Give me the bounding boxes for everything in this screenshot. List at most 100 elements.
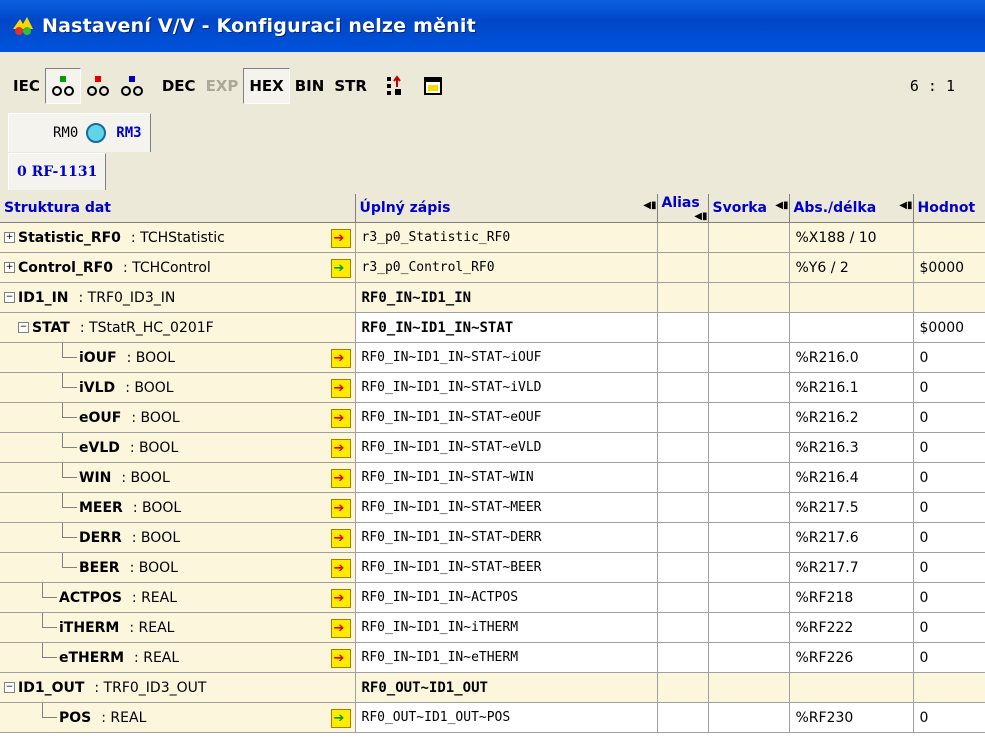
bin-button[interactable]: BIN [290,69,330,103]
cell-svorka[interactable] [708,462,790,493]
table-row[interactable]: ACTPOS: REAL ➔ RF0_IN~ID1_IN~ACTPOS %RF218 0 [0,582,985,613]
cell-alias[interactable] [657,402,709,433]
cell-svorka[interactable] [708,402,790,433]
cell-structure[interactable]: BEER: BOOL ➔ [0,552,356,583]
cell-full-name[interactable]: RF0_IN~ID1_IN~STAT~WIN [355,462,658,493]
cell-value[interactable]: 0 [913,462,985,493]
cell-full-name[interactable]: RF0_IN~ID1_IN~STAT~iOUF [355,342,658,373]
cell-abs[interactable]: %RF218 [789,582,914,613]
cell-full-name[interactable]: RF0_IN~ID1_IN~STAT [355,312,658,343]
cell-abs[interactable]: %R216.4 [789,462,914,493]
expand-icon[interactable]: + [4,262,15,273]
cell-value[interactable]: 0 [913,552,985,583]
cell-structure[interactable]: eVLD: BOOL ➔ [0,432,356,463]
exp-button[interactable]: EXP [201,69,244,103]
col-header-hodnota[interactable]: Hodnot [913,194,985,223]
col-header-uplny-zapis[interactable]: Úplný zápis ◀▮ [355,194,658,223]
col-header-alias[interactable]: Alias ◀▮ [657,194,709,223]
cell-abs[interactable]: %R216.3 [789,432,914,463]
cell-value[interactable]: 0 [913,432,985,463]
cell-full-name[interactable]: RF0_IN~ID1_IN~ACTPOS [355,582,658,613]
tab-rf-1131[interactable]: 0 RF-1131 [8,153,107,190]
cell-abs[interactable] [789,282,914,313]
cell-value[interactable]: 0 [913,342,985,373]
cell-alias[interactable] [657,222,709,253]
cell-alias[interactable] [657,642,709,673]
cell-structure[interactable]: iOUF: BOOL ➔ [0,342,356,373]
cell-value[interactable]: 0 [913,402,985,433]
table-row[interactable]: iOUF: BOOL ➔ RF0_IN~ID1_IN~STAT~iOUF %R216.… [0,342,985,373]
cell-structure[interactable]: eTHERM: REAL ➔ [0,642,356,673]
tab-rm[interactable]: RM0 RM3 [8,112,151,152]
sort-icon[interactable] [380,69,410,103]
cell-value[interactable]: 0 [913,522,985,553]
cell-structure[interactable]: iTHERM: REAL ➔ [0,612,356,643]
cell-svorka[interactable] [708,672,790,703]
expand-icon[interactable]: + [4,232,15,243]
cell-value[interactable]: 0 [913,582,985,613]
cell-alias[interactable] [657,612,709,643]
table-row[interactable]: − STAT: TStatR_HC_0201F RF0_IN~ID1_IN~STAT… [0,312,985,343]
table-row[interactable]: BEER: BOOL ➔ RF0_IN~ID1_IN~STAT~BEER %R217.… [0,552,985,583]
table-row[interactable]: + Control_RF0: TCHControl ➔ r3_p0_Control_R… [0,252,985,283]
table-row[interactable]: − ID1_IN: TRF0_ID3_IN RF0_IN~ID1_IN [0,282,985,313]
cell-svorka[interactable] [708,612,790,643]
cell-structure[interactable]: + Statistic_RF0: TCHStatistic ➔ [0,222,356,253]
cell-value[interactable]: $0000 [913,312,985,343]
cell-abs[interactable]: %R216.1 [789,372,914,403]
cell-alias[interactable] [657,312,709,343]
cell-svorka[interactable] [708,582,790,613]
table-row[interactable]: MEER: BOOL ➔ RF0_IN~ID1_IN~STAT~MEER %R217.… [0,492,985,523]
cell-alias[interactable] [657,342,709,373]
cell-abs[interactable] [789,672,914,703]
tab-rm3-label[interactable]: RM3 [116,125,141,141]
cell-alias[interactable] [657,462,709,493]
table-row[interactable]: eTHERM: REAL ➔ RF0_IN~ID1_IN~eTHERM %RF226 0 [0,642,985,673]
cell-full-name[interactable]: RF0_IN~ID1_IN~STAT~BEER [355,552,658,583]
collapse-icon[interactable]: − [4,682,15,693]
cell-svorka[interactable] [708,252,790,283]
cell-svorka[interactable] [708,312,790,343]
table-row[interactable]: eOUF: BOOL ➔ RF0_IN~ID1_IN~STAT~eOUF %R216.… [0,402,985,433]
cell-abs[interactable] [789,312,914,343]
cell-value[interactable]: 0 [913,372,985,403]
cell-structure[interactable]: ACTPOS: REAL ➔ [0,582,356,613]
hex-button[interactable]: HEX [243,68,290,104]
tree-green-icon[interactable] [44,68,81,104]
cell-full-name[interactable]: RF0_OUT~ID1_OUT~POS [355,702,658,733]
str-button[interactable]: STR [329,69,372,103]
cell-structure[interactable]: POS: REAL ➔ [0,702,356,733]
cell-abs[interactable]: %R217.5 [789,492,914,523]
tree-blue-icon[interactable] [115,69,149,103]
cell-structure[interactable]: − ID1_IN: TRF0_ID3_IN [0,282,356,313]
cell-svorka[interactable] [708,222,790,253]
cell-svorka[interactable] [708,492,790,523]
cell-abs[interactable]: %Y6 / 2 [789,252,914,283]
cell-alias[interactable] [657,492,709,523]
cell-full-name[interactable]: r3_p0_Control_RF0 [355,252,658,283]
cell-full-name[interactable]: RF0_OUT~ID1_OUT [355,672,658,703]
cell-abs[interactable]: %X188 / 10 [789,222,914,253]
cell-svorka[interactable] [708,372,790,403]
cell-abs[interactable]: %RF222 [789,612,914,643]
cell-abs[interactable]: %R216.2 [789,402,914,433]
table-row[interactable]: iTHERM: REAL ➔ RF0_IN~ID1_IN~iTHERM %RF222 0 [0,612,985,643]
cell-value[interactable] [913,282,985,313]
cell-structure[interactable]: iVLD: BOOL ➔ [0,372,356,403]
cell-abs[interactable]: %R217.6 [789,522,914,553]
cell-value[interactable]: 0 [913,492,985,523]
cell-value[interactable] [913,672,985,703]
cell-full-name[interactable]: RF0_IN~ID1_IN [355,282,658,313]
cell-svorka[interactable] [708,342,790,373]
cell-value[interactable] [913,222,985,253]
cell-svorka[interactable] [708,552,790,583]
cell-value[interactable]: 0 [913,642,985,673]
table-row[interactable]: DERR: BOOL ➔ RF0_IN~ID1_IN~STAT~DERR %R217.… [0,522,985,553]
cell-alias[interactable] [657,672,709,703]
cell-structure[interactable]: DERR: BOOL ➔ [0,522,356,553]
cell-alias[interactable] [657,552,709,583]
cell-full-name[interactable]: RF0_IN~ID1_IN~eTHERM [355,642,658,673]
cell-abs[interactable]: %R217.7 [789,552,914,583]
cell-abs[interactable]: %R216.0 [789,342,914,373]
table-row[interactable]: − ID1_OUT: TRF0_ID3_OUT RF0_OUT~ID1_OUT [0,672,985,703]
